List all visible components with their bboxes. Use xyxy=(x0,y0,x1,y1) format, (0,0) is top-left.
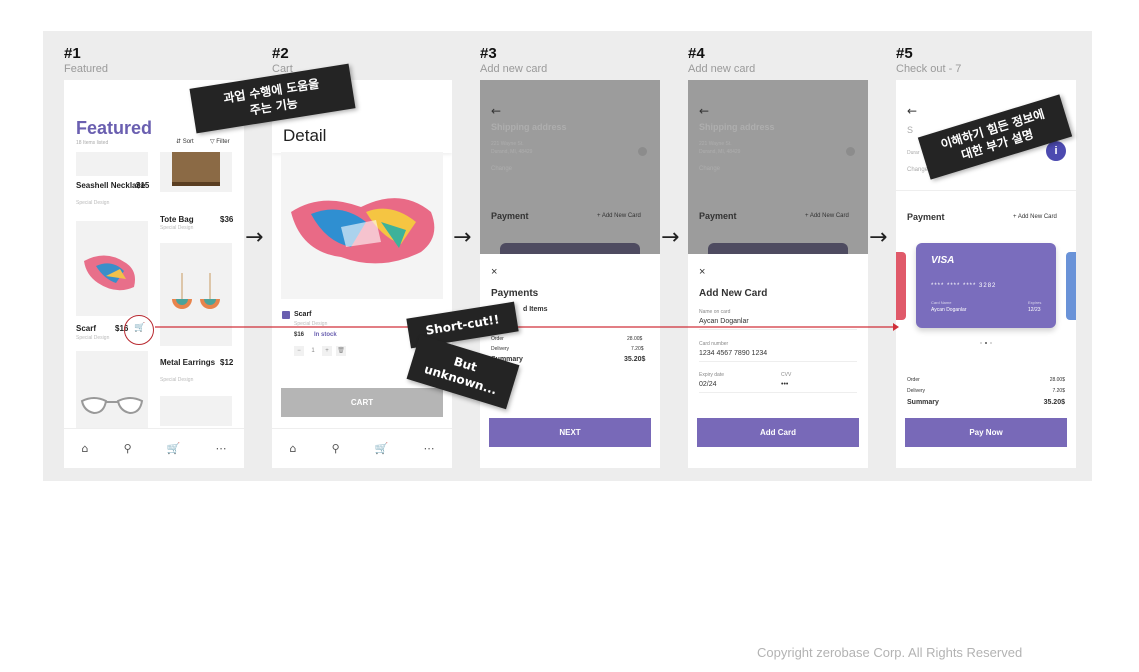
copyright-text: Copyright zerobase Corp. All Rights Rese… xyxy=(757,645,1023,660)
flow-board: #1 Featured #2 Cart #3 Add new card #4 A… xyxy=(43,31,1092,481)
presentation-slide: #1 Featured #2 Cart #3 Add new card #4 A… xyxy=(0,0,1139,672)
